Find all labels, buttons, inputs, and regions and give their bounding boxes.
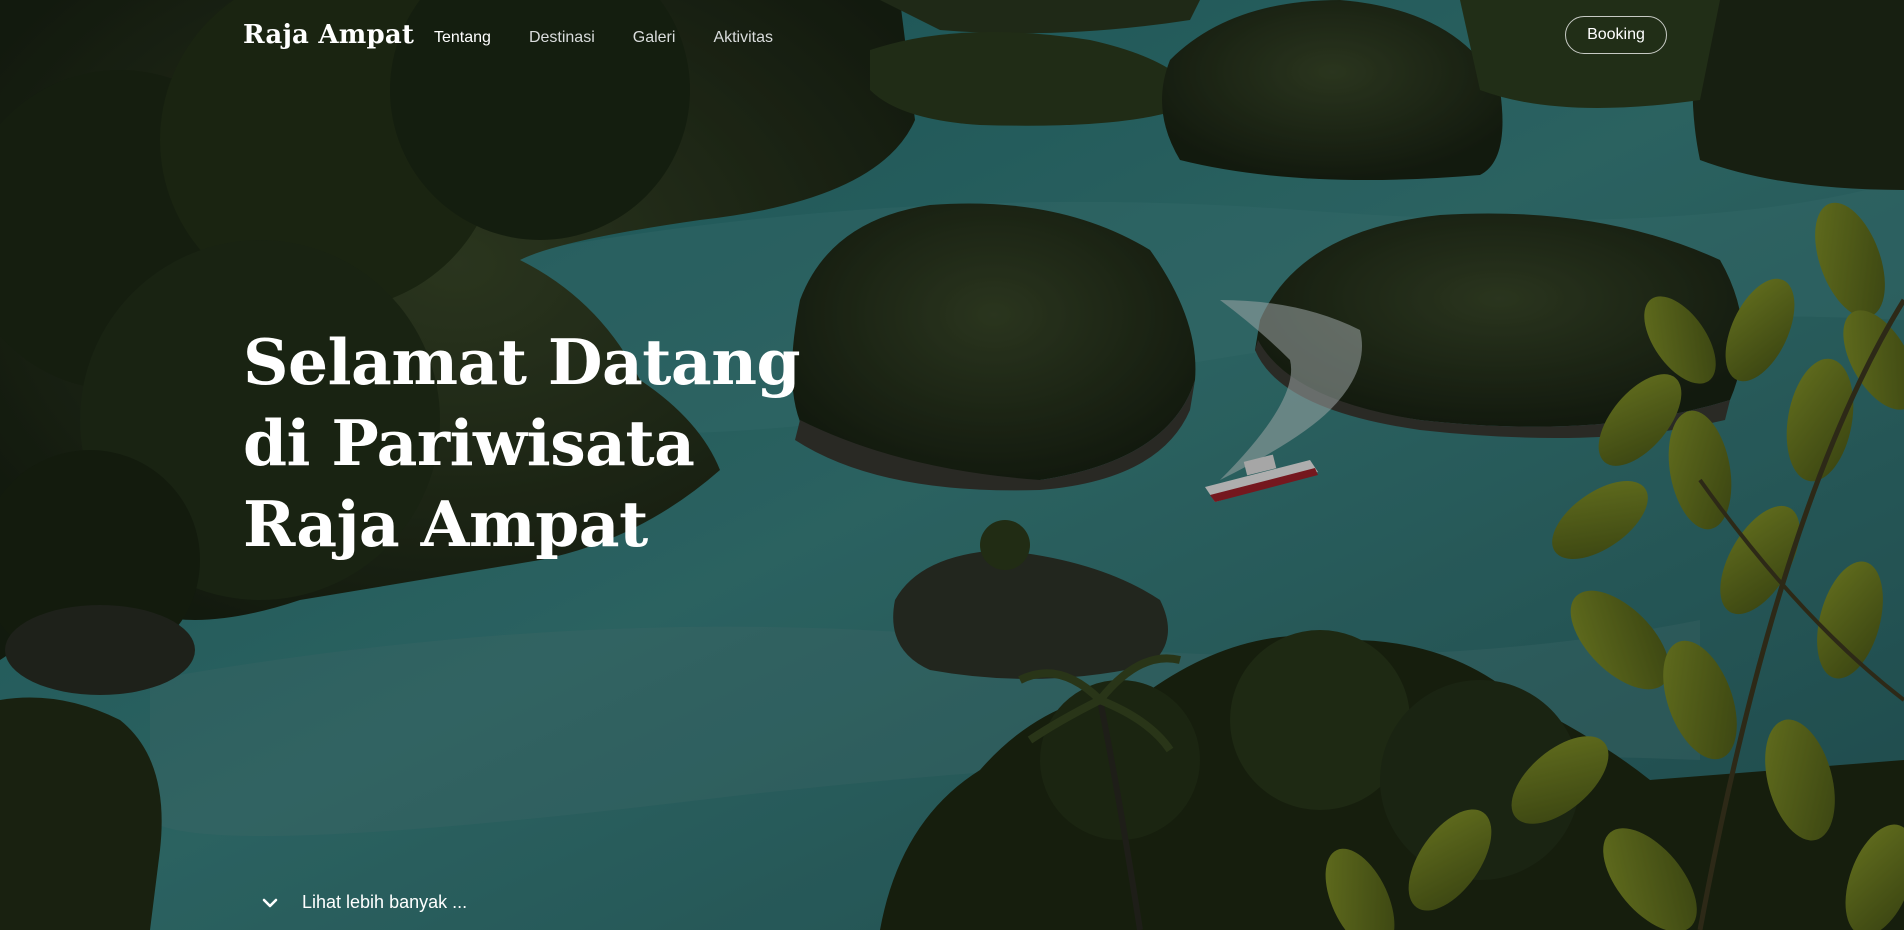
booking-button[interactable]: Booking — [1565, 16, 1667, 54]
nav-link-destinasi[interactable]: Destinasi — [529, 29, 595, 47]
nav-link-galeri[interactable]: Galeri — [633, 29, 676, 47]
nav-link-aktivitas[interactable]: Aktivitas — [713, 29, 773, 47]
see-more-link[interactable]: Lihat lebih banyak ... — [262, 892, 467, 913]
navbar: Raja Ampat Tentang Destinasi Galeri Akti… — [0, 0, 1904, 76]
nav-links: Tentang Destinasi Galeri Aktivitas — [434, 29, 811, 47]
hero-title: Selamat Datang di Pariwisata Raja Ampat — [243, 325, 801, 561]
chevron-down-icon — [262, 898, 278, 907]
brand-logo[interactable]: Raja Ampat — [243, 20, 414, 50]
see-more-label: Lihat lebih banyak ... — [302, 892, 468, 912]
nav-link-tentang[interactable]: Tentang — [434, 29, 491, 47]
hero-section: Raja Ampat Tentang Destinasi Galeri Akti… — [0, 0, 1904, 930]
